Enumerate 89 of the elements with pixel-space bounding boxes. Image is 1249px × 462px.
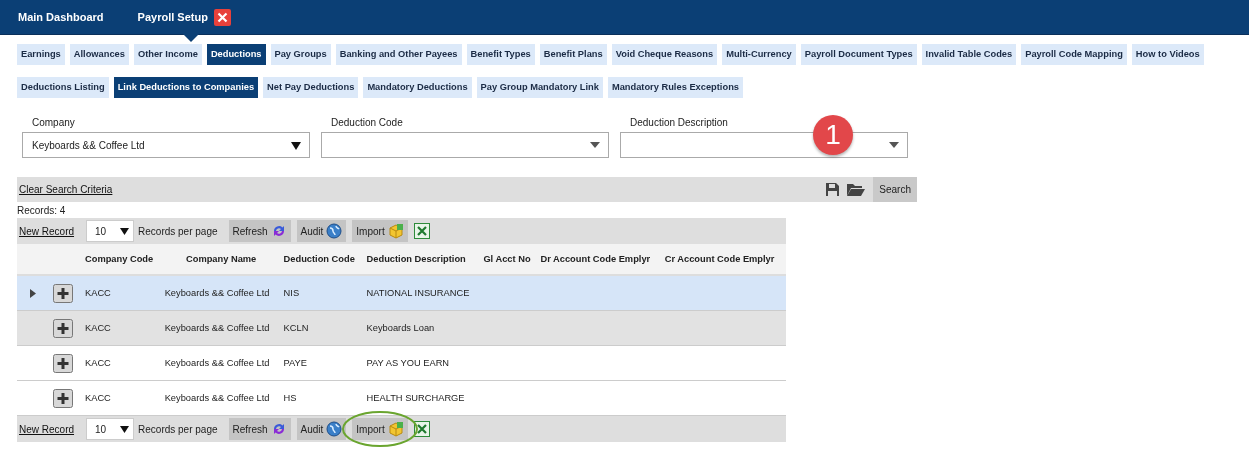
dropdown-arrow-icon bbox=[120, 425, 130, 433]
toolbar-button[interactable]: Audit bbox=[296, 220, 347, 242]
new-record-link[interactable]: New Record bbox=[19, 225, 75, 237]
filter-label: Deduction Description bbox=[630, 117, 729, 128]
tab[interactable]: Void Cheque Reasons bbox=[611, 44, 718, 65]
tab[interactable]: Link Deductions to Companies bbox=[113, 77, 259, 98]
globe-icon bbox=[326, 421, 343, 437]
tab[interactable]: Invalid Table Codes bbox=[921, 44, 1017, 65]
table-cell: KCLN bbox=[283, 323, 309, 333]
tab-label: Payroll Setup bbox=[137, 11, 208, 23]
table-row[interactable]: KACC Keyboards && Coffee Ltd HS HEALTH SURCHARGE bbox=[17, 380, 786, 416]
tab[interactable]: Benefit Types bbox=[466, 44, 535, 65]
globe-icon bbox=[326, 223, 343, 239]
spreadsheet-icon[interactable] bbox=[413, 223, 430, 239]
expand-plus-icon[interactable] bbox=[53, 388, 73, 408]
page-size-select[interactable]: 10 bbox=[86, 220, 135, 242]
column-header[interactable]: Gl Acct No bbox=[480, 244, 538, 275]
toolbar-button[interactable]: Refresh bbox=[228, 418, 291, 440]
tab[interactable]: How to Videos bbox=[1131, 44, 1204, 65]
column-header[interactable]: Dr Account Code Emplyr bbox=[537, 244, 662, 275]
tab[interactable]: Pay Group Mandatory Link bbox=[476, 77, 603, 98]
toolbar-button[interactable]: Import bbox=[352, 418, 408, 440]
table-cell: PAY AS YOU EARN bbox=[366, 358, 450, 368]
table-cell: KACC bbox=[85, 323, 111, 333]
table-cell: Keyboards && Coffee Ltd bbox=[164, 393, 270, 403]
tab[interactable]: Payroll Document Types bbox=[800, 44, 917, 65]
row-pointer-icon bbox=[30, 288, 36, 298]
filter-label: Deduction Code bbox=[331, 117, 404, 128]
tab[interactable]: Multi-Currency bbox=[722, 44, 796, 65]
tab-label: Main Dashboard bbox=[18, 11, 104, 23]
header-tab[interactable]: Main Dashboard bbox=[18, 0, 104, 42]
table-cell: KACC bbox=[85, 393, 111, 403]
table-cell: NATIONAL INSURANCE bbox=[366, 288, 470, 298]
column-header[interactable]: Company Code bbox=[82, 244, 162, 275]
table-cell: PAYE bbox=[283, 358, 307, 368]
records-count: Records: 4 bbox=[17, 205, 67, 218]
table-cell: KACC bbox=[85, 288, 111, 298]
expand-plus-icon[interactable] bbox=[53, 318, 73, 338]
new-record-link[interactable]: New Record bbox=[19, 423, 75, 435]
dropdown-arrow-icon bbox=[590, 142, 600, 148]
table-cell: Keyboards Loan bbox=[366, 323, 435, 333]
box-icon bbox=[387, 223, 404, 239]
records-per-page-label: Records per page bbox=[138, 225, 218, 237]
tab[interactable]: Allowances bbox=[69, 44, 129, 65]
clear-search-link[interactable]: Clear Search Criteria bbox=[19, 184, 827, 195]
search-button[interactable]: Search bbox=[873, 177, 917, 202]
expand-plus-icon[interactable] bbox=[53, 283, 73, 303]
expand-plus-icon[interactable] bbox=[53, 353, 73, 373]
page-size-select[interactable]: 10 bbox=[86, 418, 135, 440]
table-row[interactable]: KACC Keyboards && Coffee Ltd PAYE PAY AS YOU EARN bbox=[17, 345, 786, 381]
tab[interactable]: Earnings bbox=[17, 44, 65, 65]
toolbar-button[interactable]: Audit bbox=[296, 418, 347, 440]
table-row[interactable]: KACC Keyboards && Coffee Ltd KCLN Keyboards Loan bbox=[17, 310, 786, 346]
tab[interactable]: Mandatory Rules Exceptions bbox=[607, 77, 743, 98]
spreadsheet-icon[interactable] bbox=[413, 421, 430, 437]
table-cell: Keyboards && Coffee Ltd bbox=[164, 323, 270, 333]
tab[interactable]: Mandatory Deductions bbox=[363, 77, 472, 98]
step-number-badge: 1 bbox=[813, 115, 853, 155]
tab[interactable]: Other Income bbox=[133, 44, 202, 65]
table-cell: Keyboards && Coffee Ltd bbox=[164, 288, 270, 298]
tab[interactable]: Deductions bbox=[206, 44, 266, 65]
close-icon[interactable] bbox=[213, 8, 231, 26]
table-cell: HEALTH SURCHARGE bbox=[366, 393, 465, 403]
toolbar-button[interactable]: Refresh bbox=[228, 220, 291, 242]
save-icon[interactable] bbox=[826, 183, 840, 196]
tab[interactable]: Pay Groups bbox=[270, 44, 331, 65]
dropdown-arrow-icon bbox=[291, 140, 301, 150]
filter-dropdown[interactable]: Keyboards && Coffee Ltd bbox=[22, 132, 310, 158]
box-icon bbox=[387, 421, 404, 437]
folder-icon[interactable] bbox=[847, 183, 866, 196]
tab[interactable]: Benefit Plans bbox=[539, 44, 607, 65]
toolbar-button[interactable]: Import bbox=[352, 220, 408, 242]
column-header[interactable]: Cr Account Code Emplyr bbox=[661, 244, 786, 275]
tab[interactable]: Banking and Other Payees bbox=[335, 44, 462, 65]
tab[interactable]: Payroll Code Mapping bbox=[1021, 44, 1127, 65]
table-row[interactable]: KACC Keyboards && Coffee Ltd NIS NATIONAL INSURANCE bbox=[17, 275, 786, 311]
table-cell: HS bbox=[283, 393, 297, 403]
records-per-page-label: Records per page bbox=[138, 423, 218, 435]
table-cell: Keyboards && Coffee Ltd bbox=[164, 358, 270, 368]
column-header[interactable]: Deduction Code bbox=[280, 244, 364, 275]
column-header[interactable]: Company Name bbox=[161, 244, 281, 275]
tab[interactable]: Net Pay Deductions bbox=[263, 77, 359, 98]
dropdown-arrow-icon bbox=[120, 227, 130, 235]
tab[interactable]: Deductions Listing bbox=[17, 77, 109, 98]
table-cell: KACC bbox=[85, 358, 111, 368]
filter-label: Company bbox=[32, 117, 76, 128]
dropdown-arrow-icon bbox=[889, 142, 899, 148]
table-cell: NIS bbox=[283, 288, 300, 298]
column-header[interactable]: Deduction Description bbox=[363, 244, 481, 275]
